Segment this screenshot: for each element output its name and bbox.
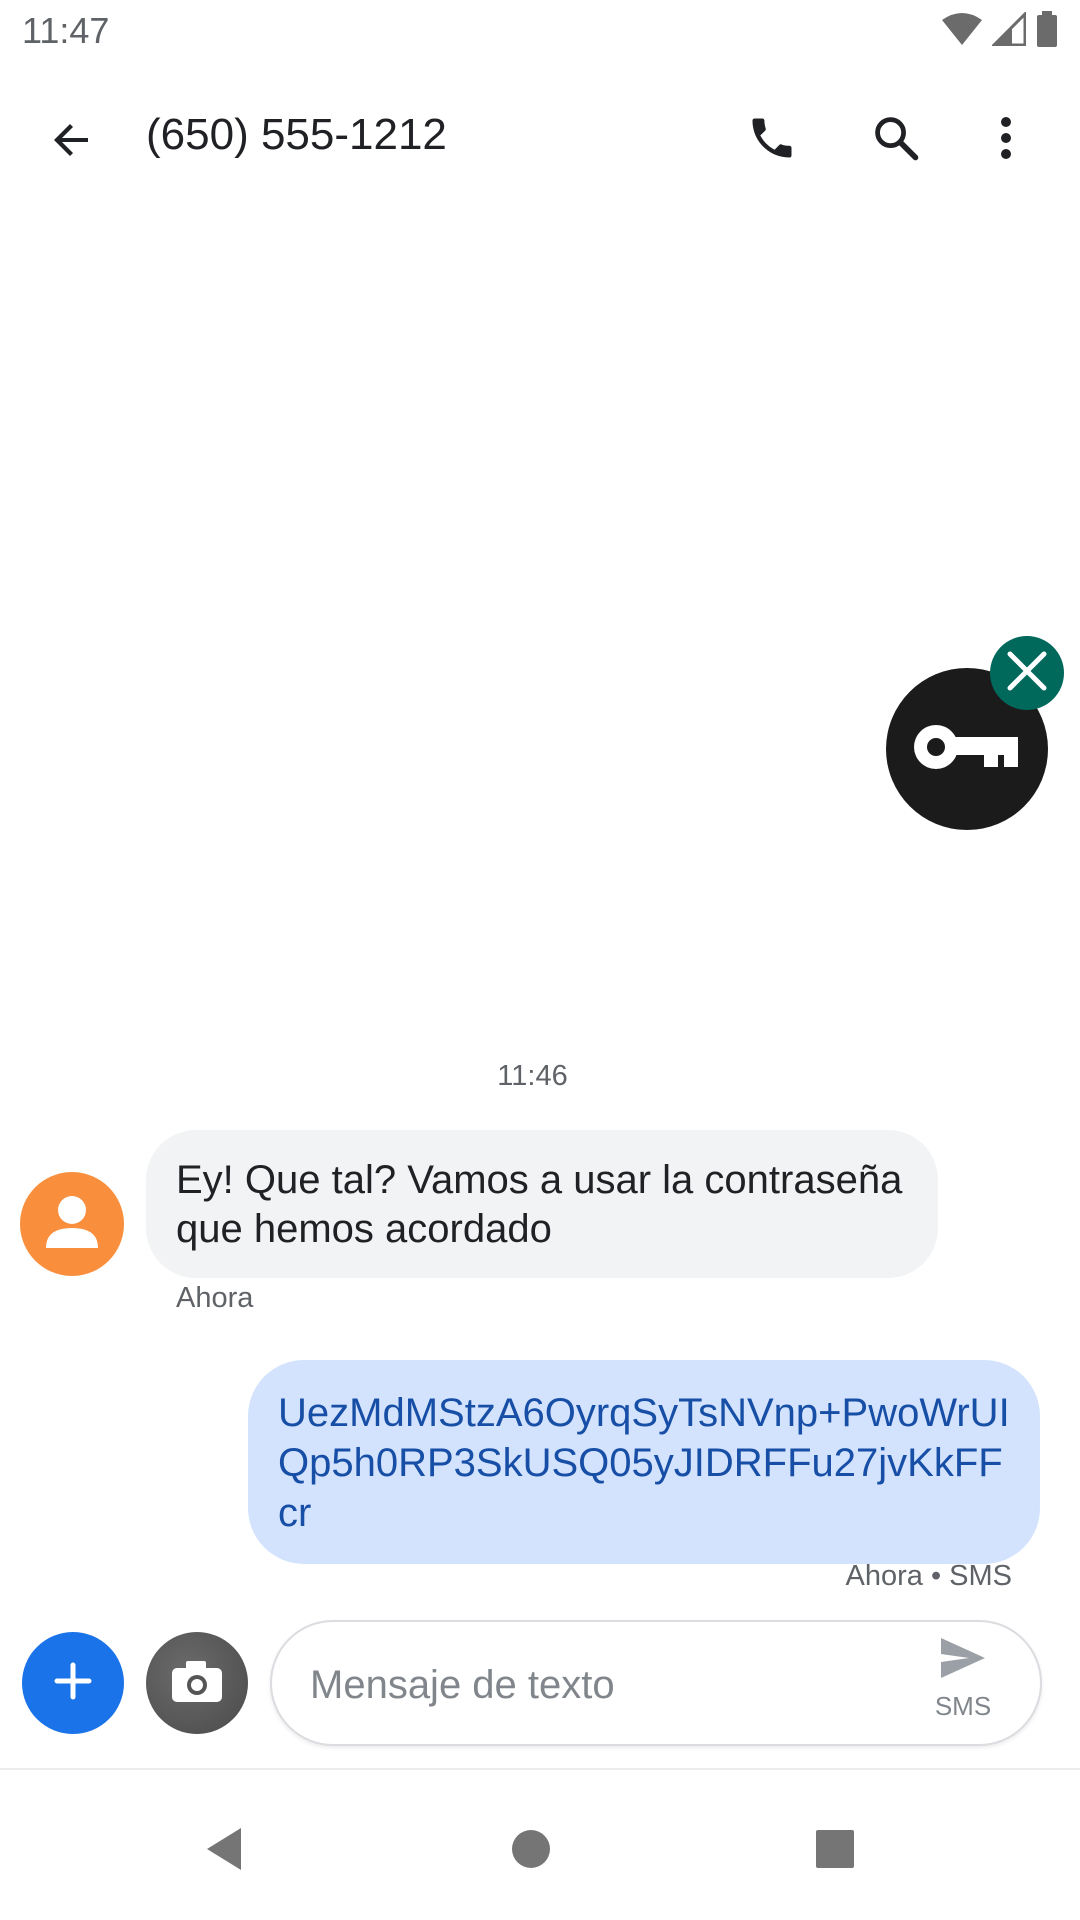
more-vert-icon — [996, 114, 1016, 167]
nav-recents-icon — [815, 1829, 855, 1874]
outgoing-message-bubble[interactable]: UezMdMStzA6OyrqSyTsNVnp+PwoWrUIQp5h0RP3S… — [248, 1360, 1040, 1564]
more-options-button[interactable] — [964, 98, 1048, 182]
key-widget-close-button[interactable] — [990, 636, 1064, 710]
nav-back-button[interactable] — [190, 1816, 260, 1886]
call-button[interactable] — [730, 98, 814, 182]
camera-icon — [170, 1658, 224, 1709]
messages-screen: 11:47 (650) 555-1212 11:46 Ey! Que tal? … — [0, 0, 1080, 1920]
system-nav-bar — [0, 1770, 1080, 1920]
send-mode-label: SMS — [934, 1691, 992, 1721]
conversation-title: (650) 555-1212 — [146, 110, 447, 159]
plus-icon — [53, 1661, 93, 1706]
camera-button[interactable] — [146, 1632, 248, 1734]
compose-field[interactable]: SMS — [270, 1620, 1042, 1746]
key-icon — [912, 717, 1022, 782]
nav-home-button[interactable] — [496, 1816, 566, 1886]
person-icon — [44, 1192, 100, 1257]
nav-back-icon — [205, 1826, 245, 1877]
incoming-message-bubble[interactable]: Ey! Que tal? Vamos a usar la contraseña … — [146, 1130, 938, 1278]
back-button[interactable] — [30, 100, 114, 184]
add-attachment-button[interactable] — [22, 1632, 124, 1734]
outgoing-message-status: Ahora • SMS — [845, 1560, 1013, 1592]
status-time: 11:47 — [22, 10, 110, 51]
contact-avatar[interactable] — [20, 1172, 124, 1276]
nav-recents-button[interactable] — [800, 1816, 870, 1886]
wifi-icon — [942, 12, 982, 51]
app-bar: (650) 555-1212 — [0, 70, 1080, 200]
nav-home-icon — [511, 1829, 551, 1874]
arrow-back-icon — [48, 116, 96, 169]
phone-icon — [746, 112, 798, 169]
conversation-timestamp: 11:46 — [497, 1060, 568, 1092]
search-icon — [870, 112, 922, 169]
incoming-message-time: Ahora — [176, 1282, 254, 1314]
battery-icon — [1036, 10, 1058, 52]
send-icon — [939, 1636, 987, 1685]
send-button[interactable]: SMS — [908, 1636, 1018, 1734]
message-input[interactable] — [308, 1654, 872, 1716]
status-icons — [942, 9, 1058, 52]
search-button[interactable] — [854, 98, 938, 182]
cell-signal-icon — [990, 9, 1027, 51]
close-icon — [1004, 648, 1050, 699]
status-bar: 11:47 — [0, 0, 1080, 64]
